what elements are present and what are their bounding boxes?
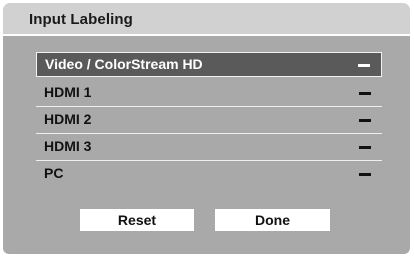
label-value-dash: [359, 92, 371, 95]
input-row-video-colorstream[interactable]: Video / ColorStream HD: [36, 52, 382, 77]
input-row-hdmi-2[interactable]: HDMI 2: [36, 107, 382, 132]
input-label: HDMI 2: [44, 111, 92, 127]
input-row-pc[interactable]: PC: [36, 161, 382, 186]
input-label: HDMI 1: [44, 84, 92, 100]
label-value-dash: [359, 119, 371, 122]
done-button[interactable]: Done: [215, 209, 330, 231]
input-label: PC: [44, 165, 64, 181]
input-labeling-screen: Input Labeling Video / ColorStream HD HD…: [0, 0, 414, 257]
input-row-hdmi-3[interactable]: HDMI 3: [36, 134, 382, 159]
input-label: HDMI 3: [44, 138, 92, 154]
dialog-title: Input Labeling: [29, 11, 133, 28]
title-bar: Input Labeling: [3, 3, 410, 34]
input-label: Video / ColorStream HD: [45, 56, 203, 72]
label-value-dash: [359, 173, 371, 176]
label-value-dash: [359, 146, 371, 149]
reset-button[interactable]: Reset: [80, 209, 194, 231]
input-row-hdmi-1[interactable]: HDMI 1: [36, 80, 382, 105]
label-value-dash: [358, 64, 370, 67]
